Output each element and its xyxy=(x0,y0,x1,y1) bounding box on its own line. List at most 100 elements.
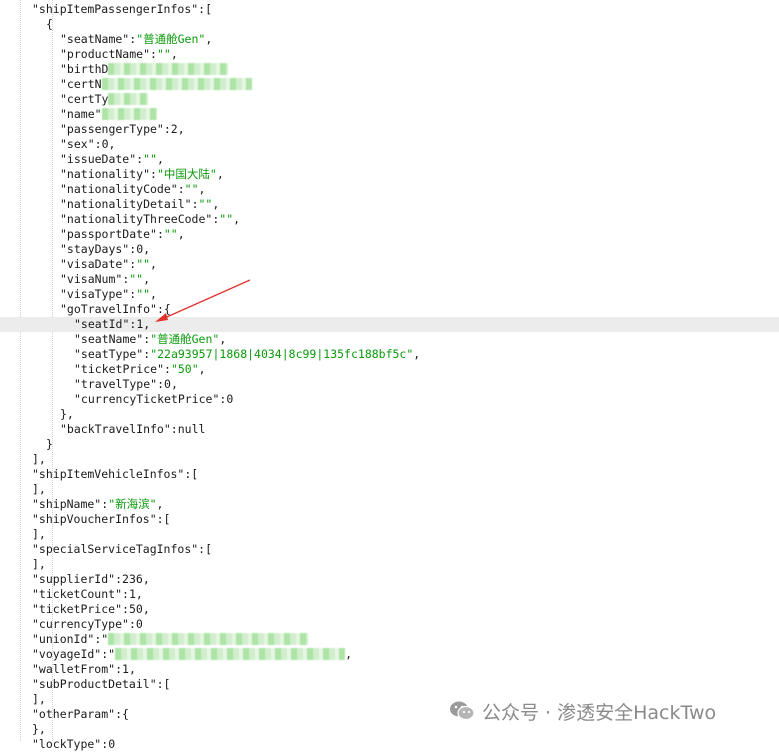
code-line: "ticketCount":1, xyxy=(0,587,779,602)
code-line: "seatName":"普通舱Gen", xyxy=(0,32,779,47)
json-punct: , xyxy=(150,287,157,301)
code-line: "certN xyxy=(0,77,779,92)
json-value: 0 xyxy=(135,617,143,631)
json-punct: , xyxy=(143,242,151,256)
code-line: "shipItemVehicleInfos":[ xyxy=(0,467,779,482)
json-viewer: "shipItemPassengerInfos":[{"seatName":"普… xyxy=(0,0,779,751)
json-key: "seatId" xyxy=(74,317,130,331)
code-line: "seatName":"普通舱Gen", xyxy=(0,332,779,347)
json-punct: , xyxy=(345,647,353,661)
json-punct: :" xyxy=(101,647,116,661)
json-key: "currencyType" xyxy=(32,617,129,631)
json-key: "subProductDetail" xyxy=(32,677,157,691)
json-string: "普通舱Gen" xyxy=(150,332,220,346)
json-punct: ], xyxy=(32,452,46,466)
json-value: 1 xyxy=(128,587,136,601)
json-key: "shipName" xyxy=(32,497,102,511)
json-key: "otherParam" xyxy=(32,707,116,721)
json-punct: , xyxy=(413,347,421,361)
code-line: } xyxy=(0,437,779,452)
json-punct: : xyxy=(122,587,129,601)
json-key: "nationalityCode" xyxy=(60,182,178,196)
json-punct: , xyxy=(135,587,143,601)
json-punct: : xyxy=(115,662,123,676)
code-line: "productName":"", xyxy=(0,47,779,62)
json-punct: : xyxy=(150,47,157,61)
json-key: "ticketCount" xyxy=(32,587,123,601)
json-key: "currencyTicketPrice" xyxy=(74,392,220,406)
code-line: "birthD xyxy=(0,62,779,77)
code-line: "visaDate":"", xyxy=(0,257,779,272)
code-line: "backTravelInfo":null xyxy=(0,422,779,437)
code-line: "lockType":0 xyxy=(0,737,779,752)
code-line: "visaType":"", xyxy=(0,287,779,302)
json-punct: :" xyxy=(94,632,109,646)
json-punct: }, xyxy=(60,407,74,421)
code-line: { xyxy=(0,17,779,32)
code-line: "currencyType":0 xyxy=(0,617,779,632)
json-punct: , xyxy=(177,122,185,136)
json-string: "" xyxy=(136,257,151,271)
code-line: "shipName":"新海滨", xyxy=(0,497,779,512)
json-key: "visaNum" xyxy=(60,272,123,286)
json-punct: : xyxy=(156,227,164,241)
json-key: "goTravelInfo" xyxy=(60,302,157,316)
json-punct: :[ xyxy=(156,677,171,691)
json-key: "passengerType" xyxy=(60,122,164,136)
json-key: "supplierId" xyxy=(32,572,116,586)
json-key: "lockType" xyxy=(32,737,102,751)
json-key: "seatName" xyxy=(74,332,144,346)
json-punct: :[ xyxy=(198,542,213,556)
json-punct: :{ xyxy=(115,707,129,721)
json-key: "certTy xyxy=(60,92,109,106)
json-key: "issueDate" xyxy=(60,152,137,166)
json-string: "22a93957|1868|4034|8c99|135fc188bf5c" xyxy=(150,347,414,361)
code-line: "visaNum":"", xyxy=(0,272,779,287)
code-line: ], xyxy=(0,452,779,467)
code-line: "seatType":"22a93957|1868|4034|8c99|135f… xyxy=(0,347,779,362)
code-line: "stayDays":0, xyxy=(0,242,779,257)
json-punct: , xyxy=(142,602,150,616)
json-punct: , xyxy=(156,497,164,511)
json-string: "" xyxy=(219,212,234,226)
redacted-value xyxy=(108,93,149,105)
code-line: "travelType":0, xyxy=(0,377,779,392)
json-punct: : xyxy=(191,197,199,211)
json-punct: :[ xyxy=(156,512,171,526)
json-value: 0 xyxy=(226,392,234,406)
code-line: "unionId":" xyxy=(0,632,779,647)
json-value: null xyxy=(177,422,206,436)
json-value: 1 xyxy=(122,662,129,676)
json-punct: :[ xyxy=(184,467,199,481)
json-string: "" xyxy=(198,197,213,211)
json-punct: , xyxy=(143,317,151,331)
json-string: "" xyxy=(156,47,171,61)
json-punct: , xyxy=(150,257,157,271)
code-line: "passportDate":"", xyxy=(0,227,779,242)
redacted-value xyxy=(108,633,309,645)
redacted-value xyxy=(108,63,229,75)
code-line: "nationalityThreeCode":"", xyxy=(0,212,779,227)
json-punct: , xyxy=(177,227,185,241)
json-punct: ], xyxy=(32,482,46,496)
json-key: "specialServiceTagInfos" xyxy=(32,542,199,556)
code-line: "shipItemPassengerInfos":[ xyxy=(0,2,779,17)
code-line: "seatId":1, xyxy=(0,317,779,332)
code-line: "name" xyxy=(0,107,779,122)
json-punct: ], xyxy=(32,692,46,706)
json-string: "" xyxy=(163,227,178,241)
json-key: "nationalityThreeCode" xyxy=(60,212,213,226)
json-value: 50 xyxy=(128,602,143,616)
json-punct: , xyxy=(219,332,227,346)
json-punct: : xyxy=(164,362,171,376)
json-key: "voyageId" xyxy=(32,647,102,661)
redacted-value xyxy=(115,648,346,660)
code-line: "nationality":"中国大陆", xyxy=(0,167,779,182)
json-string: "" xyxy=(143,152,157,166)
json-punct: : xyxy=(157,377,165,391)
json-string: "50" xyxy=(170,362,199,376)
json-punct: , xyxy=(128,662,136,676)
code-line: "passengerType":2, xyxy=(0,122,779,137)
json-punct: : xyxy=(122,602,129,616)
code-line: "subProductDetail":[ xyxy=(0,677,779,692)
